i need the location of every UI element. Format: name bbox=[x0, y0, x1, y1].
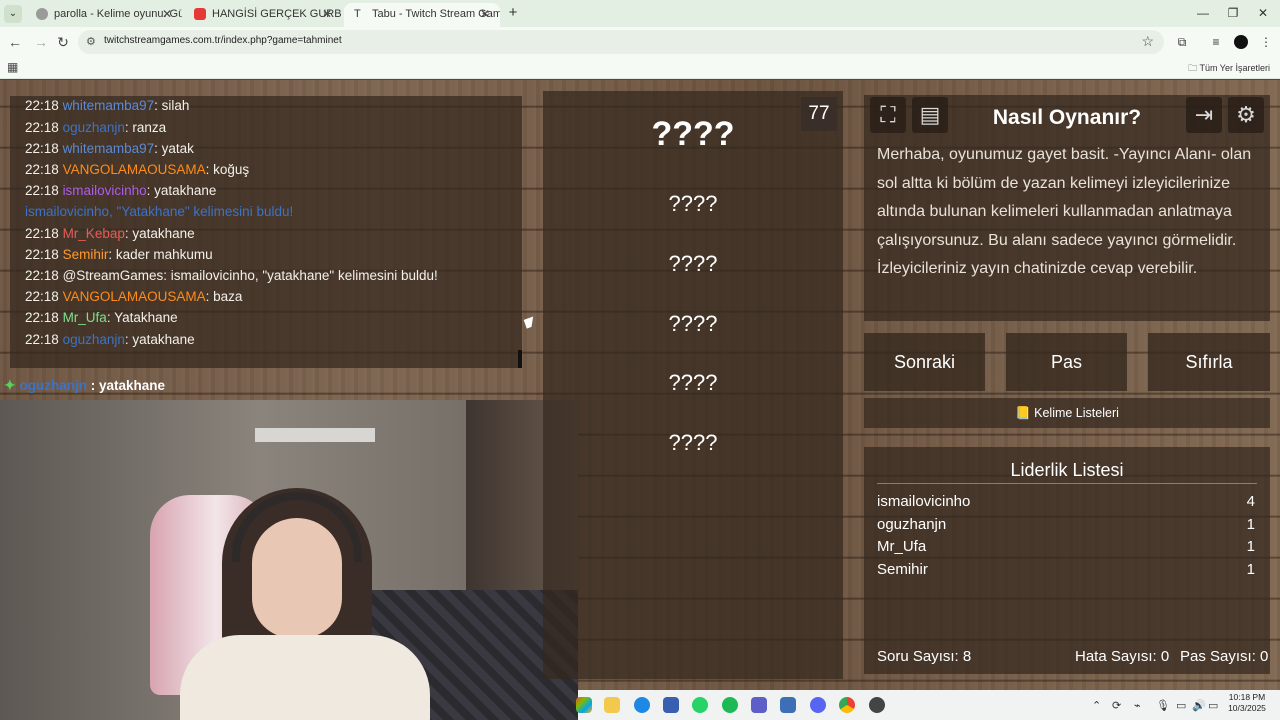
address-bar: ← → ↻ ⚙ twitchstreamgames.com.tr/index.p… bbox=[0, 27, 1280, 57]
bookmarks-bar: ▦ 🗀 Tüm Yer İşaretleri bbox=[0, 57, 1280, 79]
reset-button[interactable]: Sıfırla bbox=[1148, 333, 1270, 391]
chat-line: 22:18 VANGOLAMAOUSAMA: baza bbox=[25, 289, 243, 304]
close-window-icon[interactable]: ✕ bbox=[1250, 4, 1276, 22]
leaderboard-row: Mr_Ufa 1 bbox=[877, 538, 1255, 555]
leaderboard-row: oguzhanjn 1 bbox=[877, 516, 1255, 533]
divider bbox=[877, 483, 1257, 484]
file-explorer-icon[interactable] bbox=[604, 697, 620, 713]
close-tab-icon[interactable]: ✕ bbox=[480, 3, 490, 25]
youtube-icon bbox=[194, 8, 206, 20]
close-tab-icon[interactable]: ✕ bbox=[162, 3, 172, 25]
chat-line: 22:18 Mr_Kebap: yatakhane bbox=[25, 226, 195, 241]
forbidden-word: ???? bbox=[668, 430, 718, 455]
restore-icon[interactable]: ❐ bbox=[1220, 4, 1246, 22]
next-button[interactable]: Sonraki bbox=[864, 333, 985, 391]
error-count: Hata Sayısı: 0 bbox=[1075, 648, 1170, 665]
question-count: Soru Sayısı: 8 bbox=[877, 648, 972, 665]
tab-strip: ⌄ parolla - Kelime oyunu. Günlük ✕ HANGİ… bbox=[0, 0, 1280, 27]
chat-scrollbar[interactable] bbox=[518, 350, 522, 368]
taskbar-clock[interactable]: 10:18 PM 10/3/2025 bbox=[1222, 692, 1272, 714]
mouse-cursor-icon bbox=[523, 316, 537, 329]
all-bookmarks[interactable]: 🗀 Tüm Yer İşaretleri bbox=[1188, 61, 1270, 77]
forbidden-word: ???? bbox=[668, 311, 718, 336]
leaderboard-title: Liderlik Listesi bbox=[1010, 460, 1124, 480]
extensions-icon[interactable]: ⧉ bbox=[1174, 34, 1190, 50]
minimize-icon[interactable]: — bbox=[1190, 4, 1216, 22]
pass-button[interactable]: Pas bbox=[1006, 333, 1127, 391]
discord-icon[interactable] bbox=[810, 697, 826, 713]
howto-text: Merhaba, oyunumuz gayet basit. -Yayıncı … bbox=[877, 146, 1252, 277]
chat-line: 22:18 @StreamGames: ismailovicinho, "yat… bbox=[25, 268, 438, 283]
chat-line: 22:18 Semihir: kader mahkumu bbox=[25, 247, 213, 262]
game-page: 22:18 whitemamba97: silah 22:18 oguzhanj… bbox=[0, 80, 1280, 720]
leaderboard-row: Semihir 1 bbox=[877, 561, 1255, 578]
stream-chat-overlay: ✦ oguzhanjn : yatakhane bbox=[4, 377, 166, 393]
tab-parolla[interactable]: parolla - Kelime oyunu. Günlük ✕ bbox=[26, 3, 182, 27]
microphone-icon[interactable]: 🎙 bbox=[1156, 699, 1170, 712]
pass-count: Pas Sayısı: 0 bbox=[1180, 648, 1269, 665]
all-bookmarks-label: Tüm Yer İşaretleri bbox=[1199, 63, 1270, 73]
volume-icon[interactable]: 🔊 bbox=[1192, 699, 1206, 712]
chrome-icon[interactable] bbox=[839, 697, 855, 713]
new-tab-button[interactable]: + bbox=[504, 4, 522, 22]
tray-icon[interactable]: ⌁ bbox=[1134, 699, 1141, 712]
word-lists-label[interactable]: 📒 Kelime Listeleri bbox=[864, 406, 1270, 421]
app-icon[interactable] bbox=[576, 697, 592, 713]
chat-line: 22:18 Mr_Ufa: Yatakhane bbox=[25, 310, 178, 325]
logout-icon[interactable]: ⇥ bbox=[1186, 97, 1222, 133]
url-text[interactable]: twitchstreamgames.com.tr/index.php?game=… bbox=[104, 35, 342, 46]
chat-line: 22:18 oguzhanjn: ranza bbox=[25, 120, 167, 135]
leaderboard-row: ismailovicinho 4 bbox=[877, 493, 1255, 510]
apps-grid-icon[interactable]: ▦ bbox=[7, 60, 18, 74]
profile-avatar[interactable] bbox=[1234, 35, 1248, 49]
teams-icon[interactable] bbox=[751, 697, 767, 713]
main-word: ???? bbox=[651, 115, 735, 153]
forbidden-word: ???? bbox=[668, 251, 718, 276]
edge-icon[interactable] bbox=[634, 697, 650, 713]
chat-line: 22:18 oguzhanjn: yatakhane bbox=[25, 332, 195, 347]
forward-icon[interactable]: → bbox=[32, 33, 50, 51]
back-icon[interactable]: ← bbox=[6, 33, 24, 51]
tab-youtube[interactable]: HANGİSİ GERÇEK GURBETÇİ?! # ✕ bbox=[184, 3, 342, 27]
chat-line: 22:18 whitemamba97: silah bbox=[25, 98, 190, 113]
tray-icon[interactable]: ⟳ bbox=[1112, 699, 1121, 712]
webcam-feed bbox=[0, 400, 578, 720]
chat-line: 22:18 VANGOLAMAOUSAMA: koğuş bbox=[25, 162, 250, 177]
site-info-icon[interactable]: ⚙ bbox=[86, 35, 96, 48]
store-icon[interactable] bbox=[663, 697, 679, 713]
whatsapp-icon[interactable] bbox=[692, 697, 708, 713]
taskbar bbox=[578, 690, 1280, 720]
tab-search-icon[interactable]: ⌄ bbox=[4, 5, 22, 23]
forbidden-word: ???? bbox=[668, 191, 718, 216]
app-icon[interactable] bbox=[780, 697, 796, 713]
menu-icon[interactable]: ⋮ bbox=[1258, 34, 1274, 50]
tab-tabu[interactable]: T Tabu - Twitch Stream Games ✕ bbox=[344, 3, 500, 27]
star-icon: ✦ bbox=[4, 377, 16, 393]
bookmark-star-icon[interactable]: ☆ bbox=[1141, 33, 1154, 50]
reload-icon[interactable]: ↻ bbox=[54, 33, 72, 51]
omnibox[interactable]: ⚙ twitchstreamgames.com.tr/index.php?gam… bbox=[78, 30, 1164, 54]
chat-system-line: ismailovicinho, "Yatakhane" kelimesini b… bbox=[25, 204, 294, 219]
media-icon[interactable]: ≡ bbox=[1208, 34, 1224, 50]
spotify-icon[interactable] bbox=[722, 697, 738, 713]
forbidden-word: ???? bbox=[668, 370, 718, 395]
app-icon[interactable] bbox=[869, 697, 885, 713]
settings-gear-icon[interactable]: ⚙ bbox=[1228, 97, 1264, 133]
tab-favicon-icon: T bbox=[354, 8, 361, 20]
tray-chevron-icon[interactable]: ⌃ bbox=[1092, 699, 1101, 712]
close-tab-icon[interactable]: ✕ bbox=[322, 3, 332, 25]
chat-line: 22:18 whitemamba97: yatak bbox=[25, 141, 194, 156]
network-icon[interactable]: ▭ bbox=[1176, 699, 1186, 712]
chat-line: 22:18 ismailovicinho: yatakhane bbox=[25, 183, 217, 198]
tab-favicon-icon bbox=[36, 8, 48, 20]
battery-icon[interactable]: ▭ bbox=[1208, 699, 1218, 712]
